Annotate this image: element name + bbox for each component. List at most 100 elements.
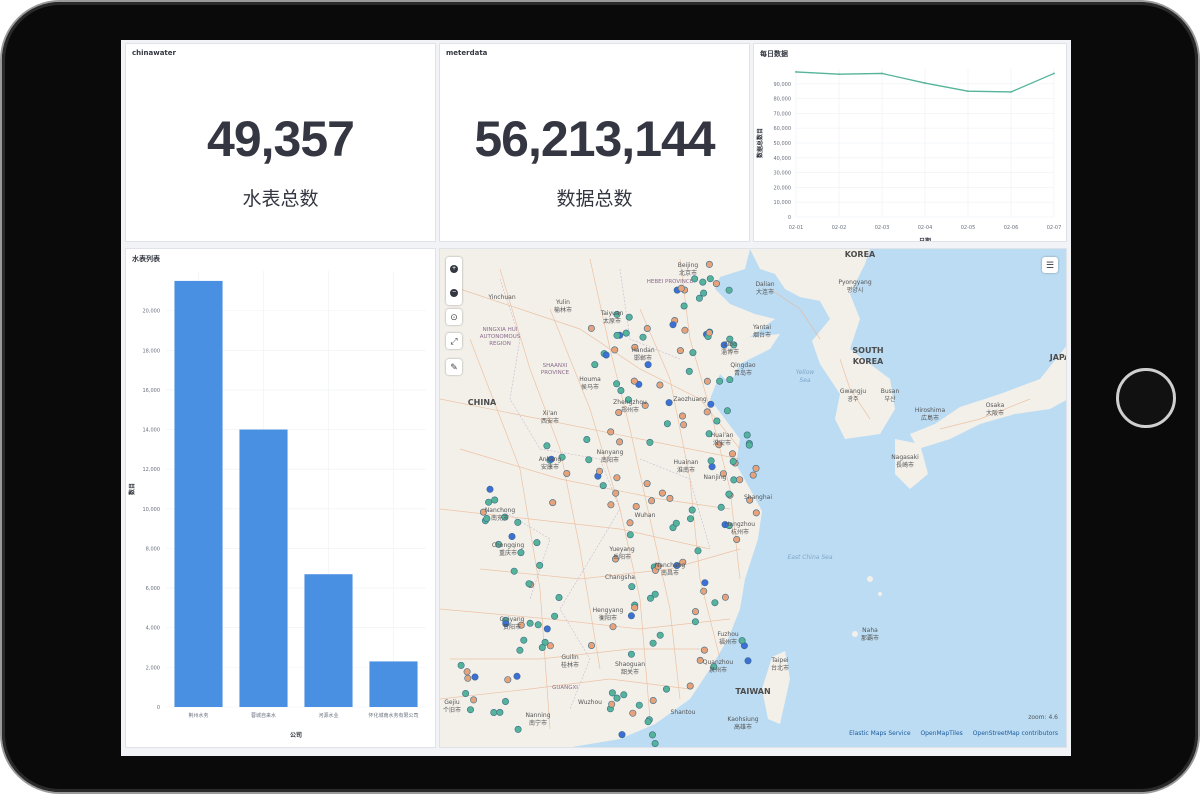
map-point[interactable] [607,501,615,509]
map-point[interactable] [508,532,516,540]
map-point[interactable] [462,689,470,697]
map-point[interactable] [689,349,697,357]
map-point[interactable] [716,377,724,385]
map-point[interactable] [635,701,643,709]
map-point[interactable] [651,739,659,747]
map-point[interactable] [613,380,621,388]
map-point[interactable] [607,428,615,436]
map-point[interactable] [691,618,699,626]
attribution-link-openmaptiles[interactable]: OpenMapTiles [920,730,962,737]
map-point[interactable] [625,313,633,321]
map-point[interactable] [490,708,498,716]
layers-toggle-button[interactable]: ☰ [1042,257,1058,273]
map-point[interactable] [627,612,635,620]
map-point[interactable] [514,518,522,526]
map-point[interactable] [733,535,741,543]
map-point[interactable] [587,324,595,332]
bar[interactable] [369,661,418,707]
map-point[interactable] [700,646,708,654]
map-point[interactable] [622,329,630,337]
map-panel[interactable]: KOREA SOUTH KOREA CHINA TAIWAN JAPA Yell… [439,248,1067,748]
map-point[interactable] [491,496,499,504]
map-point[interactable] [504,676,512,684]
home-button[interactable] [1116,368,1176,428]
map-point[interactable] [583,436,591,444]
map-point[interactable] [549,499,557,507]
draw-tool-button[interactable]: ✎ [446,359,462,375]
map-point[interactable] [526,619,534,627]
map-point[interactable] [663,420,671,428]
map-point[interactable] [644,361,652,369]
map-point[interactable] [688,506,696,514]
map-point[interactable] [707,400,715,408]
map-point[interactable] [618,731,626,739]
map-point[interactable] [525,580,533,588]
map-point[interactable] [685,367,693,375]
map-point[interactable] [705,260,713,268]
map-point[interactable] [470,696,478,704]
map-point[interactable] [730,476,738,484]
map-point[interactable] [712,280,720,288]
map-point[interactable] [669,321,677,329]
attribution-link-elastic[interactable]: Elastic Maps Service [849,730,910,737]
data-point[interactable] [1053,72,1055,75]
map-point[interactable] [551,612,559,620]
map-point[interactable] [695,294,703,302]
map-point[interactable] [643,480,651,488]
map-point[interactable] [609,623,617,631]
bar[interactable] [239,429,288,707]
locate-button[interactable]: ⊙ [446,309,462,325]
map-point[interactable] [703,408,711,416]
map-point[interactable] [629,709,637,717]
map-point[interactable] [728,450,736,458]
map-point[interactable] [725,490,733,498]
map-point[interactable] [538,643,546,651]
map-point[interactable] [680,302,688,310]
map-point[interactable] [496,708,504,716]
map-point[interactable] [658,489,666,497]
map-point[interactable] [749,471,757,479]
map-point[interactable] [656,631,664,639]
map-point[interactable] [588,641,596,649]
zoom-in-button[interactable]: + [450,265,458,273]
map-point[interactable] [510,567,518,575]
map-point[interactable] [563,470,571,478]
map-point[interactable] [501,697,509,705]
map-point[interactable] [656,381,664,389]
map-point[interactable] [679,412,687,420]
map-point[interactable] [703,377,711,385]
map-point[interactable] [631,604,639,612]
map-point[interactable] [555,593,563,601]
data-point[interactable] [967,90,969,93]
map-point[interactable] [471,673,479,681]
map-point[interactable] [738,637,746,645]
map-point[interactable] [612,489,620,497]
map-point[interactable] [721,593,729,601]
data-point[interactable] [881,72,883,75]
map-point[interactable] [463,668,471,676]
map-point[interactable] [464,674,472,682]
map-canvas[interactable]: KOREA SOUTH KOREA CHINA TAIWAN JAPA Yell… [440,249,1067,748]
map-point[interactable] [536,561,544,569]
map-point[interactable] [626,519,634,527]
map-point[interactable] [483,514,491,522]
map-point[interactable] [643,325,651,333]
map-point[interactable] [486,485,494,493]
map-point[interactable] [644,718,652,726]
map-point[interactable] [676,347,684,355]
map-point[interactable] [517,549,525,557]
map-point[interactable] [700,587,708,595]
map-point[interactable] [533,539,541,547]
map-point[interactable] [708,463,716,471]
map-point[interactable] [599,482,607,490]
map-point[interactable] [602,351,610,359]
map-point[interactable] [608,700,616,708]
map-point[interactable] [466,706,474,714]
map-point[interactable] [699,278,707,286]
map-point[interactable] [707,457,715,465]
map-point[interactable] [681,326,689,334]
map-point[interactable] [700,289,708,297]
map-point[interactable] [666,494,674,502]
map-point[interactable] [725,286,733,294]
map-point[interactable] [632,503,640,511]
